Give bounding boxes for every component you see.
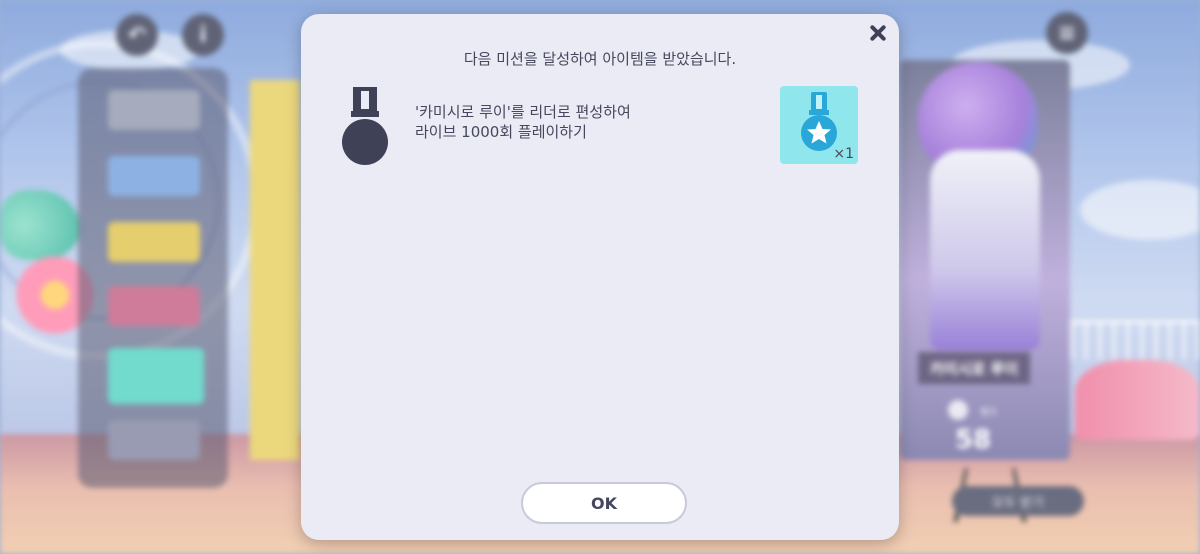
dialog-header: 다음 미션을 달성하여 아이템을 받았습니다. bbox=[463, 50, 737, 68]
blue-star-medal-icon bbox=[801, 92, 837, 151]
mission-line-1: '카미시로 루이'를 리더로 편성하여 bbox=[415, 103, 631, 121]
mission-description: '카미시로 루이'를 리더로 편성하여 라이브 1000회 플레이하기 bbox=[415, 102, 745, 142]
mission-line-2: 라이브 1000회 플레이하기 bbox=[415, 123, 587, 141]
close-icon[interactable] bbox=[867, 22, 889, 44]
reward-item: ×1 bbox=[780, 86, 858, 164]
mission-reward-dialog: 다음 미션을 달성하여 아이템을 받았습니다. '카미시로 루이'를 리더로 편… bbox=[301, 14, 899, 540]
reward-quantity: ×1 bbox=[833, 146, 854, 162]
medal-mission-icon bbox=[342, 87, 388, 165]
ok-button[interactable]: OK bbox=[521, 482, 687, 524]
